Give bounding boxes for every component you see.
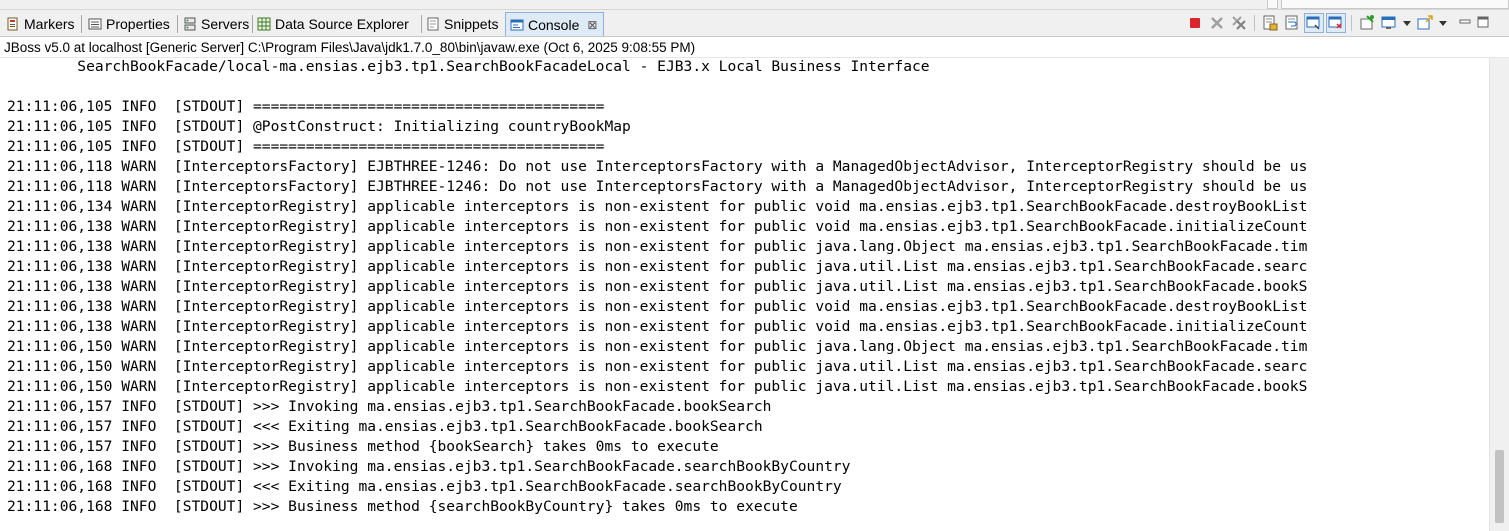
tab-label: Data Source Explorer [275, 16, 409, 32]
tab-separator [177, 15, 178, 33]
console-line: 21:11:06,138 WARN [InterceptorRegistry] … [7, 318, 1308, 335]
word-wrap-icon[interactable] [1283, 14, 1301, 32]
markers-icon [6, 17, 20, 31]
close-icon[interactable]: ⊠ [587, 18, 597, 32]
servers-icon [183, 17, 197, 31]
scroll-lock-icon[interactable] [1261, 14, 1279, 32]
console-line: 21:11:06,118 WARN [InterceptorsFactory] … [7, 158, 1308, 175]
tab-label: Snippets [444, 16, 499, 32]
pin-console-icon[interactable] [1358, 14, 1376, 32]
console-line: 21:11:06,150 WARN [InterceptorRegistry] … [7, 338, 1308, 355]
view-tab-bar: Markers Properties Servers Data Source E… [0, 10, 1509, 37]
console-line: 21:11:06,168 INFO [STDOUT] >>> Business … [7, 498, 798, 515]
vertical-scrollbar[interactable] [1489, 58, 1509, 531]
console-output[interactable]: SearchBookFacade/local-ma.ensias.ejb3.tp… [0, 58, 1489, 531]
console-line: 21:11:06,157 INFO [STDOUT] <<< Exiting m… [7, 418, 763, 435]
console-line: 21:11:06,150 WARN [InterceptorRegistry] … [7, 378, 1308, 395]
tab-properties[interactable]: Properties [88, 13, 170, 35]
console-line: 21:11:06,105 INFO [STDOUT] @PostConstruc… [7, 118, 631, 135]
display-console-dropdown-icon[interactable] [1402, 14, 1412, 32]
console-line: 21:11:06,134 WARN [InterceptorRegistry] … [7, 198, 1308, 215]
tab-separator [421, 15, 422, 33]
tab-separator [81, 15, 82, 33]
console-toolbar [1184, 13, 1492, 33]
tab-label: Console [528, 16, 580, 33]
editor-strip-box [1267, 0, 1278, 9]
tab-data-source-explorer[interactable]: Data Source Explorer [257, 13, 409, 35]
console-launch-description: JBoss v5.0 at localhost [Generic Server]… [0, 37, 1509, 58]
console-line: 21:11:06,138 WARN [InterceptorRegistry] … [7, 258, 1308, 275]
console-line: 21:11:06,157 INFO [STDOUT] >>> Invoking … [7, 398, 772, 415]
tab-markers[interactable]: Markers [6, 13, 75, 35]
console-icon [510, 18, 524, 32]
tab-servers[interactable]: Servers [183, 13, 249, 35]
properties-icon [88, 17, 102, 31]
editor-strip-box [1281, 0, 1509, 9]
remove-all-terminated-icon[interactable] [1230, 14, 1248, 32]
console-line: 21:11:06,138 WARN [InterceptorRegistry] … [7, 238, 1308, 255]
console-line: 21:11:06,157 INFO [STDOUT] >>> Business … [7, 438, 719, 455]
show-console-on-stdout-icon[interactable] [1304, 13, 1324, 33]
tab-label: Markers [24, 16, 75, 32]
toolbar-separator [1351, 15, 1352, 31]
editor-area-strip [0, 0, 1509, 10]
console-line: 21:11:06,138 WARN [InterceptorRegistry] … [7, 218, 1308, 235]
open-console-dropdown-icon[interactable] [1438, 14, 1448, 32]
remove-launch-icon[interactable] [1208, 14, 1226, 32]
console-line: 21:11:06,105 INFO [STDOUT] =============… [7, 138, 605, 155]
show-console-on-stderr-icon[interactable] [1326, 13, 1346, 33]
console-line: 21:11:06,150 WARN [InterceptorRegistry] … [7, 358, 1308, 375]
console-line: 21:11:06,138 WARN [InterceptorRegistry] … [7, 298, 1308, 315]
console-line: 21:11:06,138 WARN [InterceptorRegistry] … [7, 278, 1308, 295]
tab-label: Properties [106, 16, 170, 32]
terminate-icon[interactable] [1186, 14, 1204, 32]
tab-console[interactable]: Console ⊠ [505, 12, 605, 36]
display-selected-console-icon[interactable] [1380, 14, 1398, 32]
maximize-icon[interactable] [1476, 14, 1490, 32]
toolbar-separator [1254, 15, 1255, 31]
snippets-icon [426, 17, 440, 31]
console-line: 21:11:06,168 INFO [STDOUT] >>> Invoking … [7, 458, 851, 475]
open-console-icon[interactable] [1416, 14, 1434, 32]
console-line: 21:11:06,105 INFO [STDOUT] =============… [7, 98, 605, 115]
console-line: 21:11:06,168 INFO [STDOUT] <<< Exiting m… [7, 478, 842, 495]
scrollbar-thumb[interactable] [1495, 450, 1504, 523]
tab-label: Servers [201, 16, 250, 32]
minimize-icon[interactable] [1458, 14, 1472, 32]
tab-separator [252, 15, 253, 33]
console-line: SearchBookFacade/local-ma.ensias.ejb3.tp… [7, 58, 930, 75]
console-line: 21:11:06,118 WARN [InterceptorsFactory] … [7, 178, 1308, 195]
data-source-icon [257, 17, 271, 31]
tab-snippets[interactable]: Snippets [426, 13, 498, 35]
